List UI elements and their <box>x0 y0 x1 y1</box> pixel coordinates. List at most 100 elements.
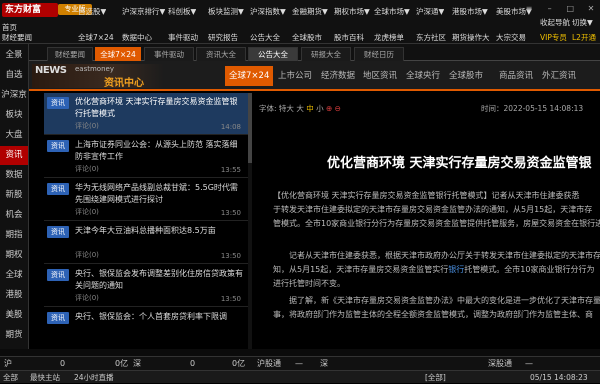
status-server[interactable]: 最快主站 <box>30 371 60 384</box>
menu-connect[interactable]: 沪深通▼ <box>416 6 444 17</box>
tab-item[interactable]: 财经要闻 <box>47 47 93 61</box>
news-title[interactable]: 央行、银保监会发布调整差别化住房信贷政策有关问题的通知 <box>75 268 245 292</box>
news-title[interactable]: 天津今年大豆油料总播种面积达8.5万亩 <box>75 225 245 237</box>
sgt-label[interactable]: 深股通 <box>488 357 512 371</box>
news-comments[interactable]: 评论(0) <box>75 250 99 260</box>
news-title[interactable]: 优化营商环境 天津实行存量房交易资金监管银行托管模式 <box>75 96 245 120</box>
tab-item[interactable]: 事件驱动 <box>144 47 194 61</box>
menu-encyclopedia[interactable]: 股市百科 <box>334 32 364 43</box>
left-nav-item[interactable]: 美股 <box>0 306 28 325</box>
left-nav-item[interactable]: 沪深京 <box>0 86 28 105</box>
category-tab[interactable]: 商品资讯 <box>499 69 533 83</box>
separator <box>0 349 600 356</box>
app-logo[interactable]: 东方财富 <box>2 3 58 17</box>
font-size-l[interactable]: 大 <box>296 104 304 113</box>
news-time: 13:50 <box>220 252 241 260</box>
news-comments[interactable]: 评论(0) <box>75 293 99 303</box>
menu-star-market[interactable]: 科创板▼ <box>168 6 196 17</box>
menu-sector-monitor[interactable]: 板块监测▼ <box>208 6 244 17</box>
list-item[interactable]: 资讯 优化营商环境 天津实行存量房交易资金监管银行托管模式 评论(0) 14:08 <box>44 93 249 135</box>
left-nav-item[interactable]: 全景 <box>0 46 28 65</box>
zoom-in-icon[interactable]: ⊕ <box>326 104 332 113</box>
menu-futures-ops[interactable]: 期货操作大 <box>452 32 490 43</box>
list-item[interactable]: 资讯 华为无线网络产品线副总裁甘斌：5.5G时代需先围绕建网模式进行探讨 评论(0)… <box>44 179 249 221</box>
category-tab[interactable]: 地区资讯 <box>363 69 397 83</box>
left-nav-item[interactable]: 期指 <box>0 226 28 245</box>
menu-announcements[interactable]: 公告大全 <box>250 32 280 43</box>
news-comments[interactable]: 评论(0) <box>75 207 99 217</box>
article-title: 优化营商环境 天津实行存量房交易资金监管银 <box>327 156 592 171</box>
news-header: NEWS eastmoney 资讯中心 全球7×24 上市公司 经济数据 地区资讯 全球… <box>29 61 600 91</box>
menu-finance-news[interactable]: 财经要闻 <box>2 32 32 43</box>
left-nav-item[interactable]: 板块 <box>0 106 28 125</box>
list-item[interactable]: 资讯 上海市证券同业公会：从源头上防范 落实落细防非宣传工作 评论(0) 13:55 <box>44 136 249 178</box>
tab-item[interactable]: 公告大全 <box>248 47 298 61</box>
status-all[interactable]: 全部 <box>3 371 18 384</box>
font-size-xl[interactable]: 特大 <box>279 104 294 113</box>
left-nav-item[interactable]: 数据 <box>0 166 28 185</box>
category-tab[interactable]: 上市公司 <box>278 69 312 83</box>
menu-watchlist[interactable]: 自选股▼ <box>78 6 106 17</box>
zoom-out-icon[interactable]: ⊖ <box>335 104 341 113</box>
l2-button[interactable]: L2开通 <box>572 32 596 43</box>
highlight-link[interactable]: 银行 <box>448 265 464 274</box>
news-comments[interactable]: 评论(0) <box>75 164 99 174</box>
news-time: 14:08 <box>220 123 241 131</box>
status-bar: 全部 最快主站 24小时直播 [全部] 05/15 14:08:23 <box>0 370 600 383</box>
tab-item[interactable]: 全球7×24 <box>95 47 141 61</box>
status-filter[interactable]: [全部] <box>425 371 446 384</box>
tab-item[interactable]: 资讯大全 <box>196 47 246 61</box>
news-title[interactable]: 上海市证券同业公会：从源头上防范 落实落细防非宣传工作 <box>75 139 245 163</box>
menu-ranking[interactable]: 沪深京排行▼ <box>122 6 165 17</box>
left-nav-item[interactable]: 资讯 <box>0 146 28 165</box>
menu-indices[interactable]: 沪深指数▼ <box>250 6 286 17</box>
left-nav-item[interactable]: 大盘 <box>0 126 28 145</box>
list-item[interactable]: 资讯 天津今年大豆油料总播种面积达8.5万亩 评论(0) 13:50 <box>44 222 249 264</box>
switch-menu[interactable]: 切换▼ <box>572 17 593 28</box>
list-item[interactable]: 资讯 央行、银保监会：个人首套房贷利率下限调 <box>44 308 249 349</box>
font-size-s[interactable]: 小 <box>316 104 324 113</box>
menu-icon[interactable]: ≡ <box>523 3 535 14</box>
left-nav-item[interactable]: 港股 <box>0 286 28 305</box>
menu-data-center[interactable]: 数据中心 <box>122 32 152 43</box>
vip-button[interactable]: VIP专员 <box>540 32 567 43</box>
menu-global[interactable]: 全球市场▼ <box>374 6 410 17</box>
menu-global-stocks[interactable]: 全球股市 <box>292 32 322 43</box>
news-title[interactable]: 央行、银保监会：个人首套房贷利率下限调 <box>75 311 245 323</box>
maximize-icon[interactable]: □ <box>564 3 576 14</box>
menu-research[interactable]: 研究报告 <box>208 32 238 43</box>
category-tab[interactable]: 外汇资讯 <box>542 69 576 83</box>
menu-futures[interactable]: 金融期货▼ <box>292 6 328 17</box>
left-nav-item[interactable]: 期货 <box>0 326 28 345</box>
menu-event-driven[interactable]: 事件驱动 <box>168 32 198 43</box>
minimize-icon[interactable]: – <box>544 3 556 14</box>
news-title[interactable]: 华为无线网络产品线副总裁甘斌：5.5G时代需先围绕建网模式进行探讨 <box>75 182 245 206</box>
collapse-nav[interactable]: 收起导航 <box>540 17 570 28</box>
category-tab[interactable]: 全球央行 <box>406 69 440 83</box>
close-icon[interactable]: ✕ <box>585 3 597 14</box>
tab-item[interactable]: 研报大全 <box>301 47 351 61</box>
category-tab[interactable]: 全球股市 <box>449 69 483 83</box>
menu-block-trade[interactable]: 大宗交易 <box>496 32 526 43</box>
font-size-m[interactable]: 中 <box>306 104 314 113</box>
left-nav-item[interactable]: 新股 <box>0 186 28 205</box>
menu-global-724[interactable]: 全球7×24 <box>78 32 114 43</box>
menu-options[interactable]: 期权市场▼ <box>334 6 370 17</box>
menu-dragon-tiger[interactable]: 龙虎榜单 <box>374 32 404 43</box>
left-nav-item[interactable]: 期权 <box>0 246 28 265</box>
sz-label: 深 <box>133 359 141 368</box>
list-item[interactable]: 资讯 央行、银保监会发布调整差别化住房信贷政策有关问题的通知 评论(0) 13:50 <box>44 265 249 307</box>
menu-hk[interactable]: 港股市场▼ <box>452 6 488 17</box>
shen-label: 深 <box>320 359 328 368</box>
tab-item[interactable]: 财经日历 <box>354 47 404 61</box>
menu-community[interactable]: 东方社区 <box>416 32 446 43</box>
status-live[interactable]: 24小时直播 <box>74 371 114 384</box>
left-nav-item[interactable]: 自选 <box>0 66 28 85</box>
list-scroll-thumb[interactable] <box>248 93 252 163</box>
left-nav-item[interactable]: 机会 <box>0 206 28 225</box>
left-nav-item[interactable]: 全球 <box>0 266 28 285</box>
category-tab[interactable]: 全球7×24 <box>225 66 274 86</box>
news-comments[interactable]: 评论(0) <box>75 121 99 131</box>
category-tab[interactable]: 经济数据 <box>321 69 355 83</box>
hsgt-label[interactable]: 沪股通 <box>257 357 281 371</box>
